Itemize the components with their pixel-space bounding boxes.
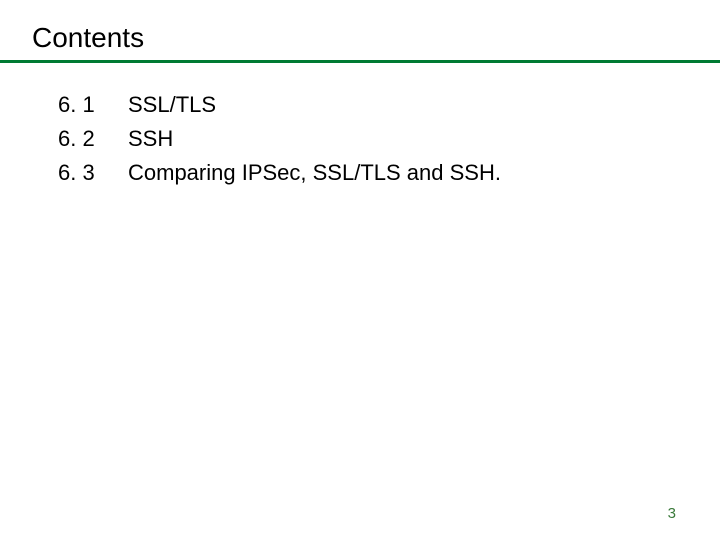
list-item: 6. 3 Comparing IPSec, SSL/TLS and SSH.: [58, 157, 720, 189]
item-number: 6. 2: [58, 123, 128, 155]
page-title: Contents: [0, 0, 720, 60]
item-number: 6. 3: [58, 157, 128, 189]
item-label: SSL/TLS: [128, 89, 216, 121]
contents-list: 6. 1 SSL/TLS 6. 2 SSH 6. 3 Comparing IPS…: [0, 63, 720, 189]
item-number: 6. 1: [58, 89, 128, 121]
item-label: SSH: [128, 123, 173, 155]
page-number: 3: [668, 505, 676, 522]
list-item: 6. 2 SSH: [58, 123, 720, 155]
list-item: 6. 1 SSL/TLS: [58, 89, 720, 121]
item-label: Comparing IPSec, SSL/TLS and SSH.: [128, 157, 501, 189]
